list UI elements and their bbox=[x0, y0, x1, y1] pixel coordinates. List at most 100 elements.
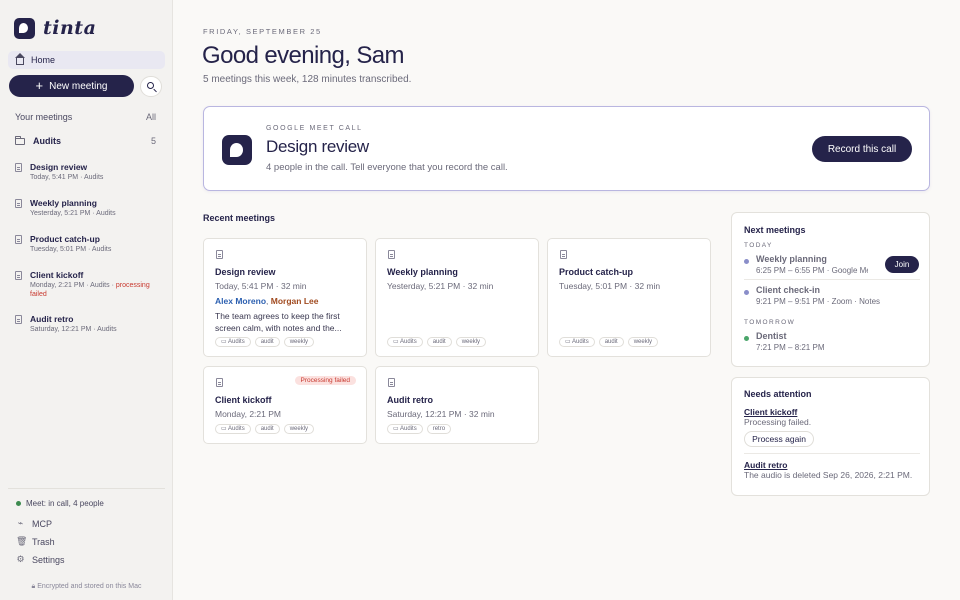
app-logo[interactable]: tinta bbox=[14, 17, 96, 39]
attention-item-title[interactable]: Audit retro bbox=[744, 460, 787, 470]
event-item[interactable]: Client check-in 9:21 PM – 9:51 PM · Zoom… bbox=[744, 285, 920, 311]
list-item-title: Audit retro bbox=[30, 314, 74, 324]
tag[interactable]: weekly bbox=[455, 337, 487, 347]
list-item[interactable]: Audit retro Saturday, 12:21 PM · Audits bbox=[15, 313, 117, 334]
your-meetings-label: Your meetings bbox=[15, 112, 73, 122]
divider bbox=[744, 453, 920, 454]
tag[interactable]: ▭ Audits bbox=[387, 424, 423, 434]
active-call-card: GOOGLE MEET CALL Design review 4 people … bbox=[203, 106, 930, 191]
tag[interactable]: audit bbox=[426, 337, 452, 347]
tag[interactable]: ▭ Audits bbox=[215, 337, 251, 347]
sidebar-item-settings[interactable]: ⚙ Settings bbox=[16, 554, 64, 565]
meeting-card[interactable]: Audit retro Saturday, 12:21 PM · 32 min … bbox=[375, 366, 539, 444]
day-label: TOMORROW bbox=[744, 319, 796, 326]
tag-list: ▭ Audits audit weekly bbox=[215, 424, 315, 434]
tag[interactable]: ▭ Audits bbox=[387, 337, 423, 347]
folder-icon bbox=[15, 135, 25, 145]
attention-item-desc: Processing failed. bbox=[744, 417, 812, 427]
process-again-button[interactable]: Process again bbox=[744, 431, 814, 447]
tag[interactable]: weekly bbox=[627, 337, 659, 347]
sidebar-item-trash[interactable]: 🗑 Trash bbox=[16, 536, 55, 547]
meeting-card-title: Design review bbox=[215, 267, 276, 277]
tag[interactable]: weekly bbox=[283, 424, 315, 434]
event-time: 7:21 PM – 8:21 PM bbox=[756, 343, 825, 352]
list-item-title: Design review bbox=[30, 162, 88, 172]
meeting-card[interactable]: Processing failed Client kickoff Monday,… bbox=[203, 366, 367, 444]
event-dot-icon bbox=[744, 290, 749, 295]
meeting-card-title: Weekly planning bbox=[387, 267, 458, 277]
tag[interactable]: audit bbox=[254, 424, 280, 434]
call-source: GOOGLE MEET CALL bbox=[266, 125, 363, 132]
search-button[interactable] bbox=[140, 76, 162, 97]
list-item-subtitle: Saturday, 12:21 PM · Audits bbox=[30, 326, 117, 333]
sidebar-item-label: Home bbox=[31, 55, 56, 65]
folder-count: 5 bbox=[150, 136, 156, 146]
list-item-subtitle: Yesterday, 5:21 PM · Audits bbox=[30, 210, 116, 217]
document-icon bbox=[15, 235, 22, 244]
event-name: Weekly planning bbox=[756, 254, 827, 264]
attention-item-title[interactable]: Client kickoff bbox=[744, 407, 797, 417]
meet-status-text: Meet: in call, 4 people bbox=[26, 499, 104, 508]
meeting-card[interactable]: Product catch-up Tuesday, 5:01 PM · 32 m… bbox=[547, 238, 711, 357]
list-item-meta: Monday, 2:21 PM · Audits · bbox=[30, 282, 116, 289]
status-badge: Processing failed bbox=[294, 376, 356, 385]
join-button[interactable]: Join bbox=[885, 256, 919, 273]
meeting-card-meta: Tuesday, 5:01 PM · 32 min bbox=[559, 281, 661, 291]
meet-status: Meet: in call, 4 people bbox=[16, 499, 104, 508]
list-item[interactable]: Client kickoff Monday, 2:21 PM · Audits … bbox=[15, 269, 150, 299]
list-item[interactable]: Product catch-up Tuesday, 5:01 PM · Audi… bbox=[15, 233, 111, 254]
tag[interactable]: retro bbox=[426, 424, 452, 434]
meeting-card-title: Product catch-up bbox=[559, 267, 634, 277]
list-item-subtitle: Monday, 2:21 PM · Audits · processing fai… bbox=[30, 281, 150, 299]
tag[interactable]: ▭ Audits bbox=[559, 337, 595, 347]
tag-label: Audits bbox=[572, 339, 589, 345]
encryption-note: 🔒︎ Encrypted and stored on this Mac bbox=[0, 583, 173, 591]
app-name: tinta bbox=[43, 17, 97, 39]
participant-name: Morgan Lee bbox=[270, 296, 319, 306]
document-icon bbox=[216, 378, 223, 387]
meeting-card[interactable]: Design review Today, 5:41 PM · 32 min Al… bbox=[203, 238, 367, 357]
tag-list: ▭ Audits retro bbox=[387, 424, 452, 434]
gear-icon: ⚙ bbox=[16, 554, 25, 564]
tag-list: ▭ Audits audit weekly bbox=[387, 337, 487, 347]
needs-attention-panel: Needs attention Client kickoff Processin… bbox=[731, 377, 930, 496]
tag-label: Audits bbox=[228, 339, 245, 345]
your-meetings-header: Your meetings All bbox=[15, 112, 156, 122]
record-call-button[interactable]: Record this call bbox=[812, 136, 912, 162]
participant-separator: , bbox=[266, 296, 269, 306]
list-item[interactable]: Design review Today, 5:41 PM · Audits bbox=[15, 161, 103, 182]
tag[interactable]: ▭ Audits bbox=[215, 424, 251, 434]
document-icon bbox=[216, 250, 223, 259]
event-name: Dentist bbox=[756, 331, 787, 341]
meeting-card-meta: Today, 5:41 PM · 32 min bbox=[215, 281, 307, 291]
page-title: Good evening, Sam bbox=[202, 42, 405, 69]
panel-title: Needs attention bbox=[744, 389, 812, 399]
attention-item-desc: The audio is deleted Sep 26, 2026, 2:21 … bbox=[744, 470, 913, 480]
meeting-card-meta: Saturday, 12:21 PM · 32 min bbox=[387, 409, 495, 419]
tag-list: ▭ Audits audit weekly bbox=[215, 337, 315, 347]
all-link[interactable]: All bbox=[146, 112, 156, 122]
status-failed: failed bbox=[30, 291, 47, 298]
list-item-subtitle: Today, 5:41 PM · Audits bbox=[30, 174, 104, 181]
tag[interactable]: weekly bbox=[283, 337, 315, 347]
trash-icon: 🗑 bbox=[16, 536, 28, 546]
event-item[interactable]: Dentist 7:21 PM – 8:21 PM bbox=[744, 331, 920, 357]
meeting-excerpt: The team agrees to keep the first screen… bbox=[215, 311, 342, 333]
day-label: TODAY bbox=[744, 242, 773, 249]
new-meeting-label: New meeting bbox=[49, 80, 108, 92]
status-dot-icon bbox=[16, 501, 21, 506]
call-title: Design review bbox=[266, 137, 369, 156]
document-icon bbox=[15, 271, 22, 280]
sidebar: tinta Home + New meeting Your meetings A… bbox=[0, 0, 173, 600]
sidebar-item-home[interactable]: Home bbox=[8, 51, 165, 69]
logo-icon bbox=[14, 17, 35, 39]
sidebar-folder-audits[interactable]: Audits 5 bbox=[15, 135, 156, 146]
tag[interactable]: audit bbox=[598, 337, 624, 347]
new-meeting-button[interactable]: + New meeting bbox=[9, 75, 134, 97]
tag-list: ▭ Audits audit weekly bbox=[559, 337, 659, 347]
sidebar-item-mcp[interactable]: ⌁ MCP bbox=[16, 518, 52, 529]
encryption-text: Encrypted and stored on this Mac bbox=[37, 583, 142, 590]
tag[interactable]: audit bbox=[254, 337, 280, 347]
meeting-card[interactable]: Weekly planning Yesterday, 5:21 PM · 32 … bbox=[375, 238, 539, 357]
list-item[interactable]: Weekly planning Yesterday, 5:21 PM · Aud… bbox=[15, 197, 116, 218]
